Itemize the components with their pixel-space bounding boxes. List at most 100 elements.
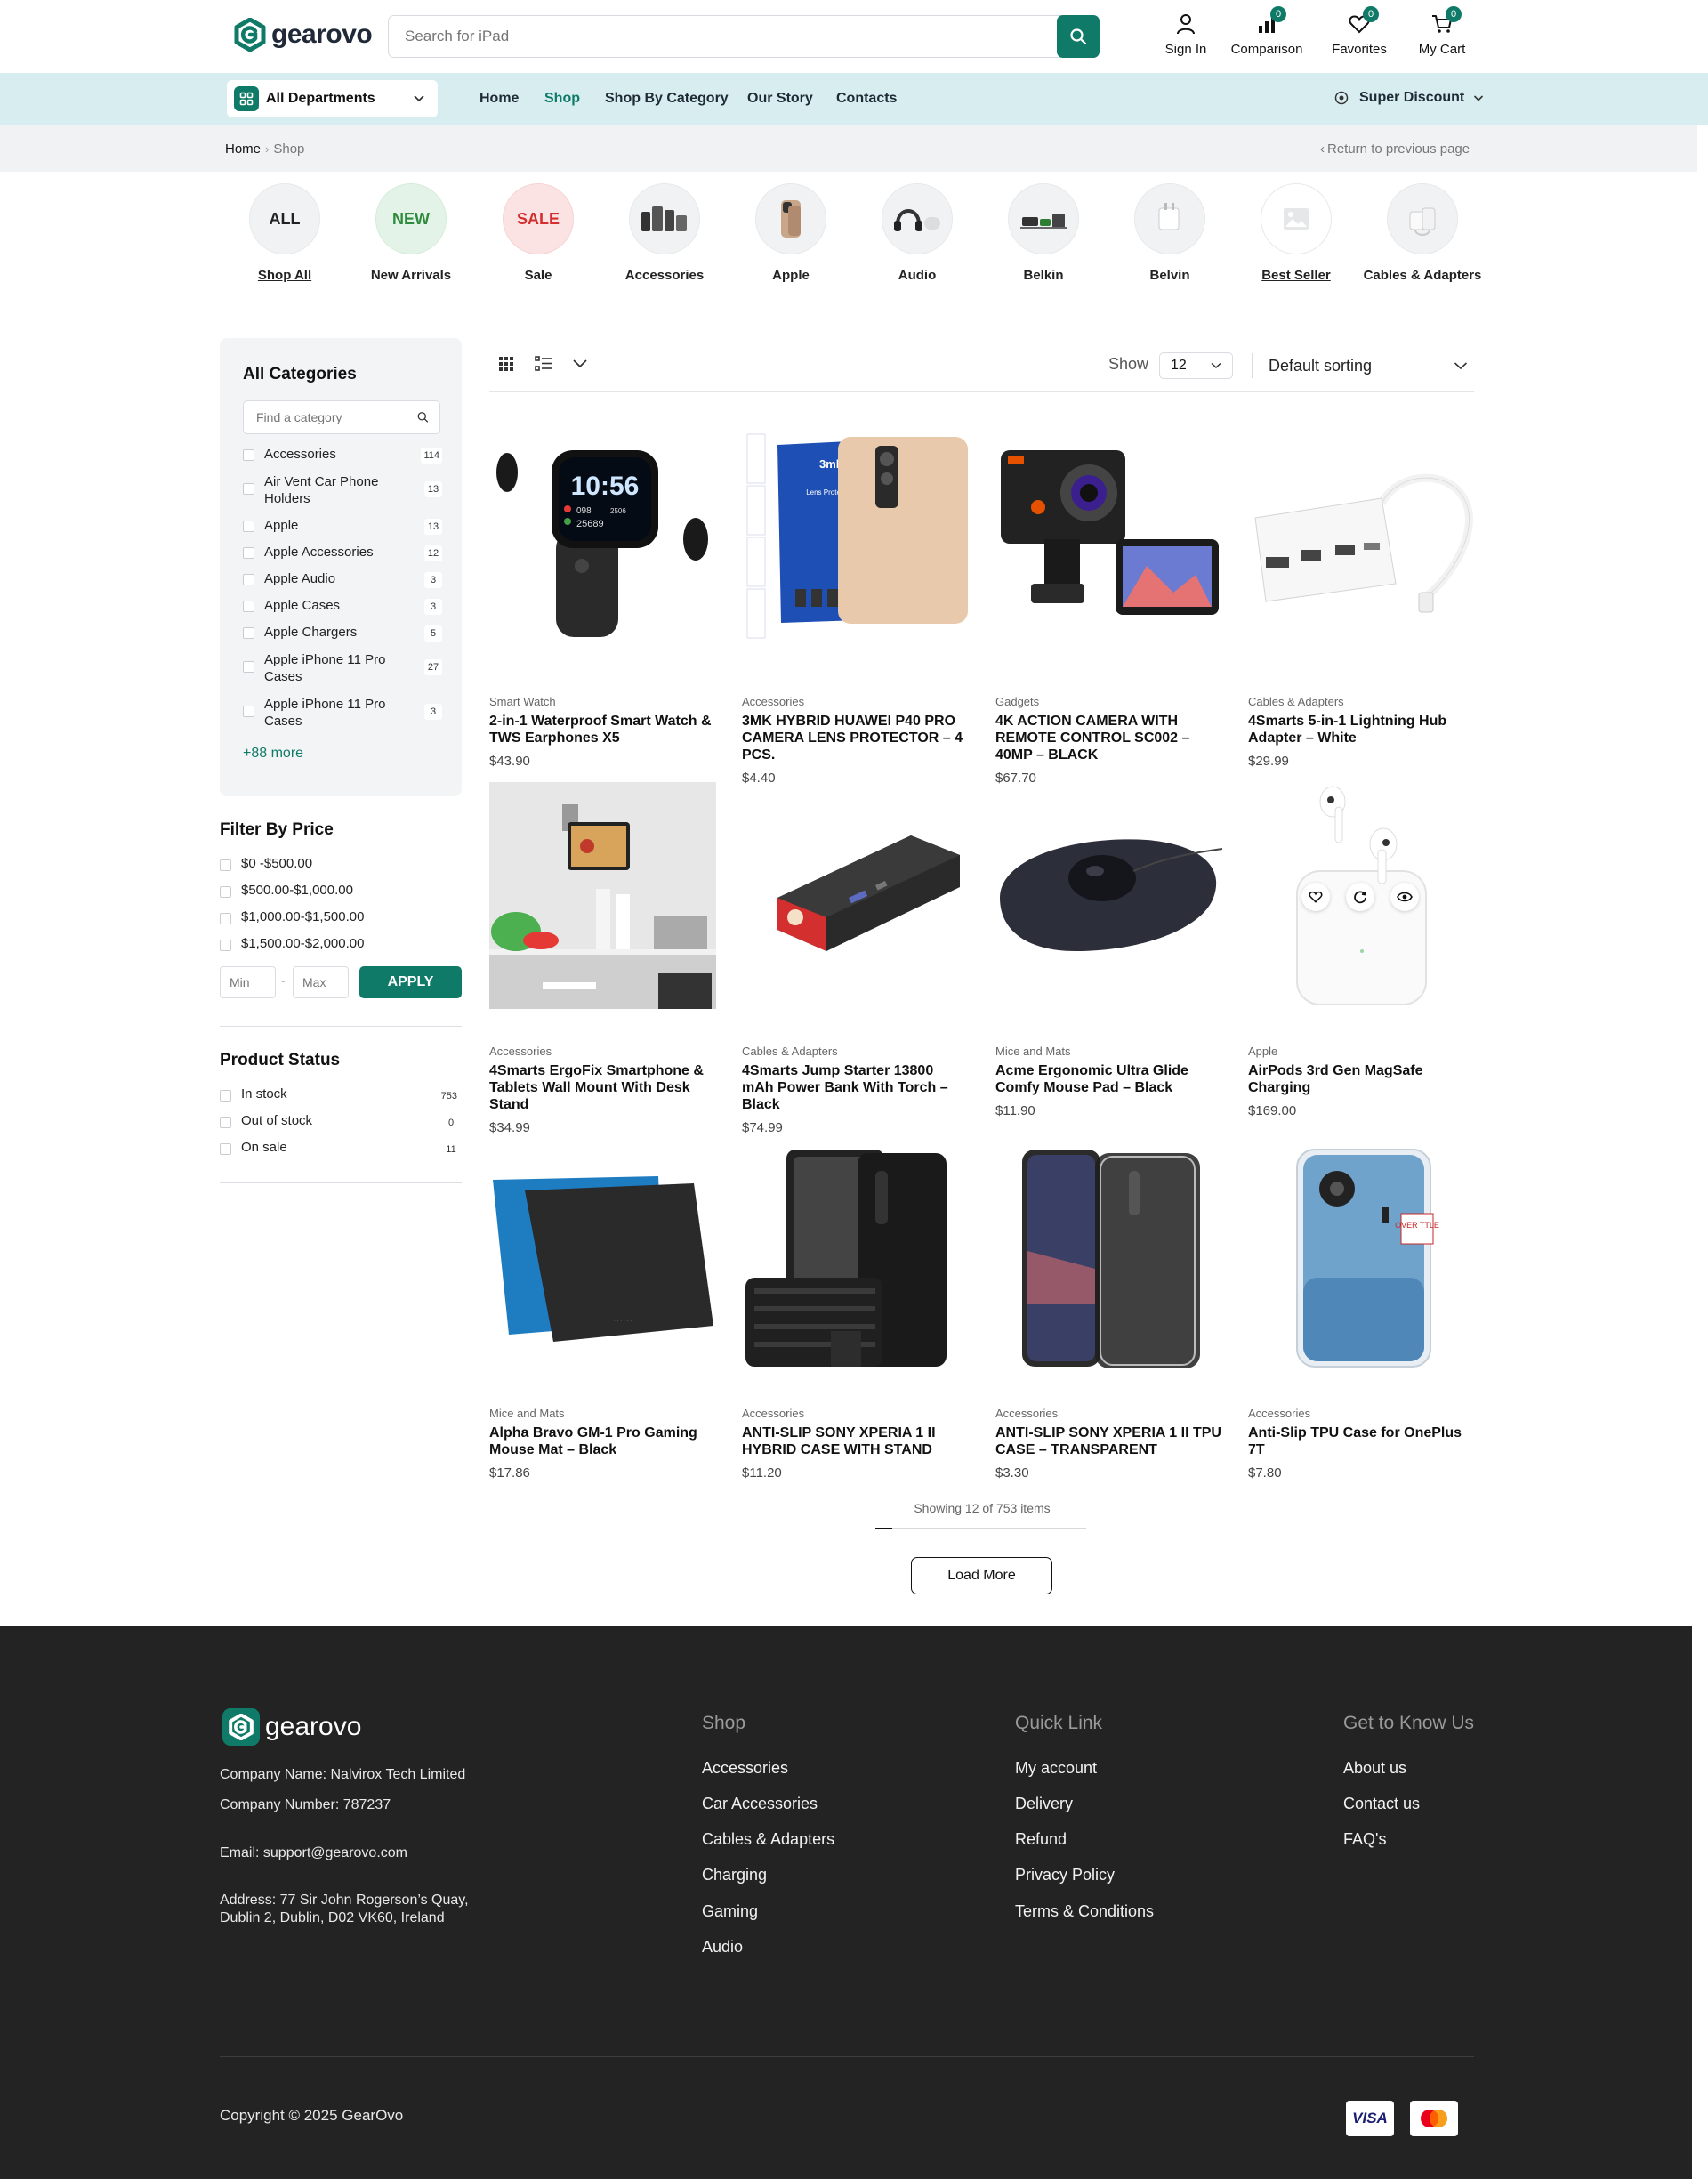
product-name[interactable]: ANTI-SLIP SONY XPERIA 1 II TPU CASE – TR…	[995, 1424, 1222, 1458]
product-image[interactable]: OVER TTLE	[1248, 1144, 1475, 1371]
category-circle-sale[interactable]: SALE Sale	[475, 183, 601, 283]
category-circle-best-seller[interactable]: Best Seller	[1233, 183, 1359, 283]
checkbox[interactable]	[243, 574, 254, 585]
category-circle-cables-adapters[interactable]: Cables & Adapters	[1359, 183, 1486, 283]
checkbox[interactable]	[243, 706, 254, 717]
product-card[interactable]: Gadgets 4K ACTION CAMERA WITH REMOTE CON…	[995, 432, 1222, 786]
product-card[interactable]: Accessories ANTI-SLIP SONY XPERIA 1 II T…	[995, 1144, 1222, 1481]
price-range-option[interactable]: $1,000.00-$1,500.00	[220, 909, 462, 924]
product-card[interactable]: 3mk Lens Protection Accessories 3MK HYBR…	[742, 432, 969, 786]
search-icon[interactable]	[417, 410, 429, 424]
product-image[interactable]: · · · · · ·	[489, 1144, 716, 1371]
product-name[interactable]: Acme Ergonomic Ultra Glide Comfy Mouse P…	[995, 1062, 1222, 1096]
status-option-on-sale[interactable]: On sale 11	[220, 1140, 462, 1158]
super-discount-dropdown[interactable]: Super Discount	[1334, 90, 1484, 106]
price-range-option[interactable]: $1,500.00-$2,000.00	[220, 936, 462, 951]
product-card[interactable]: OVER TTLE Accessories Anti-Slip TPU Case…	[1248, 1144, 1475, 1481]
category-circle-shop-all[interactable]: ALL Shop All	[222, 183, 348, 283]
category-option-accessories[interactable]: Accessories 114	[243, 447, 442, 464]
support-email[interactable]: Email: support@gearovo.com	[220, 1844, 407, 1862]
sign-in-button[interactable]: Sign In	[1141, 12, 1230, 57]
sorting-select[interactable]: Default sorting	[1269, 352, 1475, 379]
per-page-select[interactable]: 12	[1159, 352, 1233, 379]
product-name[interactable]: 4Smarts 5-in-1 Lightning Hub Adapter – W…	[1248, 713, 1475, 747]
quick-view-button[interactable]	[1390, 883, 1419, 911]
footer-link[interactable]: Car Accessories	[702, 1795, 818, 1813]
footer-link[interactable]: Audio	[702, 1938, 743, 1957]
product-image[interactable]	[995, 782, 1222, 1009]
checkbox[interactable]	[243, 449, 254, 461]
category-search-input[interactable]	[244, 410, 417, 424]
checkbox[interactable]	[243, 601, 254, 612]
product-name[interactable]: 4Smarts ErgoFix Smartphone & Tablets Wal…	[489, 1062, 716, 1113]
breadcrumb-home[interactable]: Home	[225, 141, 261, 157]
product-name[interactable]: 2-in-1 Waterproof Smart Watch & TWS Earp…	[489, 713, 716, 747]
search-input[interactable]	[389, 16, 1057, 57]
product-card[interactable]: Accessories ANTI-SLIP SONY XPERIA 1 II H…	[742, 1144, 969, 1481]
apply-price-button[interactable]: APPLY	[359, 966, 462, 998]
checkbox[interactable]	[243, 661, 254, 673]
checkbox[interactable]	[220, 1142, 231, 1155]
load-more-button[interactable]: Load More	[911, 1557, 1052, 1594]
nav-link-our-story[interactable]: Our Story	[747, 91, 813, 107]
checkbox[interactable]	[243, 483, 254, 495]
category-option-apple-cases[interactable]: Apple Cases 3	[243, 598, 442, 615]
grid-view-icon[interactable]	[498, 356, 514, 372]
footer-link[interactable]: Delivery	[1015, 1795, 1073, 1813]
checkbox[interactable]	[220, 859, 231, 871]
product-name[interactable]: Alpha Bravo GM-1 Pro Gaming Mouse Mat – …	[489, 1424, 716, 1458]
category-circle-accessories[interactable]: Accessories	[601, 183, 728, 283]
price-range-option[interactable]: $500.00-$1,000.00	[220, 883, 462, 898]
checkbox[interactable]	[243, 627, 254, 639]
category-option-apple-chargers[interactable]: Apple Chargers 5	[243, 625, 442, 642]
brand-logo[interactable]: gearovo	[233, 18, 373, 52]
category-circle-belvin[interactable]: Belvin	[1107, 183, 1233, 283]
add-to-favorites-button[interactable]	[1301, 883, 1330, 911]
cart-button[interactable]: 0 My Cart	[1398, 6, 1486, 57]
checkbox[interactable]	[220, 912, 231, 924]
footer-link[interactable]: About us	[1343, 1759, 1406, 1778]
footer-link[interactable]: My account	[1015, 1759, 1097, 1778]
product-name[interactable]: ANTI-SLIP SONY XPERIA 1 II HYBRID CASE W…	[742, 1424, 969, 1458]
footer-link[interactable]: Cables & Adapters	[702, 1830, 834, 1849]
product-image[interactable]: 10:56 098 2506 25689	[489, 432, 716, 659]
list-view-icon[interactable]	[535, 356, 552, 372]
category-option-air-vent[interactable]: Air Vent Car Phone Holders 13	[243, 473, 442, 507]
category-circle-belkin[interactable]: Belkin	[980, 183, 1107, 283]
nav-link-shop[interactable]: Shop	[544, 91, 580, 107]
category-option-apple[interactable]: Apple 13	[243, 518, 442, 535]
checkbox[interactable]	[243, 521, 254, 532]
product-image[interactable]	[1248, 432, 1475, 659]
product-card[interactable]: Apple AirPods 3rd Gen MagSafe Charging $…	[1248, 782, 1475, 1118]
comparison-button[interactable]: 0 Comparison	[1222, 6, 1311, 57]
nav-link-shop-by-category[interactable]: Shop By Category	[605, 91, 729, 107]
product-card[interactable]: Cables & Adapters 4Smarts 5-in-1 Lightni…	[1248, 432, 1475, 769]
product-name[interactable]: Anti-Slip TPU Case for OnePlus 7T	[1248, 1424, 1475, 1458]
product-name[interactable]: AirPods 3rd Gen MagSafe Charging	[1248, 1062, 1475, 1096]
product-card[interactable]: Mice and Mats Acme Ergonomic Ultra Glide…	[995, 782, 1222, 1118]
footer-link[interactable]: Charging	[702, 1866, 767, 1884]
product-name[interactable]: 4Smarts Jump Starter 13800 mAh Power Ban…	[742, 1062, 969, 1113]
checkbox[interactable]	[220, 939, 231, 951]
checkbox[interactable]	[243, 547, 254, 559]
chevron-down-icon[interactable]	[572, 359, 588, 369]
category-option-iphone-11-pro-cases-2[interactable]: Apple iPhone 11 Pro Cases 3	[243, 696, 442, 730]
product-card[interactable]: 10:56 098 2506 25689 Smart Watch 2-in-1 …	[489, 432, 716, 769]
category-circle-new-arrivals[interactable]: NEW New Arrivals	[348, 183, 474, 283]
product-card[interactable]: · · · · · · Mice and Mats Alpha Bravo GM…	[489, 1144, 716, 1481]
footer-link[interactable]: Refund	[1015, 1830, 1067, 1849]
footer-link[interactable]: Contact us	[1343, 1795, 1420, 1813]
nav-link-home[interactable]: Home	[479, 91, 519, 107]
product-image[interactable]	[742, 782, 969, 1009]
footer-logo[interactable]: gearovo	[222, 1708, 361, 1746]
search-button[interactable]	[1057, 15, 1100, 58]
product-image[interactable]: 3mk Lens Protection	[742, 432, 969, 659]
product-card[interactable]: Accessories 4Smarts ErgoFix Smartphone &…	[489, 782, 716, 1135]
category-option-apple-accessories[interactable]: Apple Accessories 12	[243, 545, 442, 561]
status-option-out-of-stock[interactable]: Out of stock 0	[220, 1113, 462, 1131]
favorites-button[interactable]: 0 Favorites	[1315, 6, 1404, 57]
show-more-categories-link[interactable]: +88 more	[243, 746, 303, 762]
category-option-apple-audio[interactable]: Apple Audio 3	[243, 571, 442, 588]
product-image[interactable]	[742, 1144, 969, 1371]
product-name[interactable]: 3MK HYBRID HUAWEI P40 PRO CAMERA LENS PR…	[742, 713, 969, 763]
